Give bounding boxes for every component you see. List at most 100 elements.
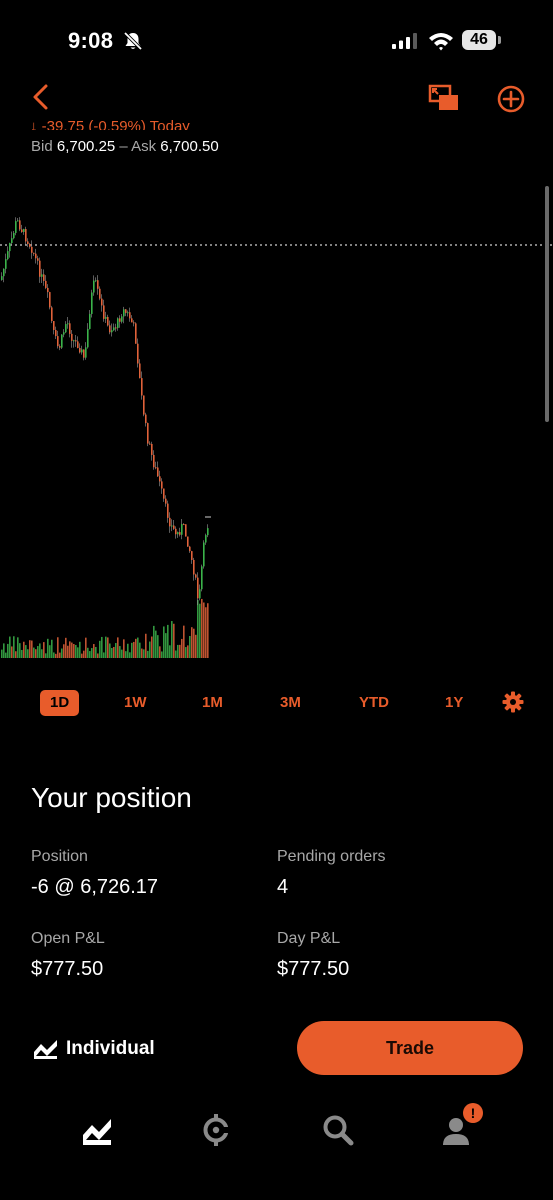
candle-body	[179, 532, 181, 535]
volume-bar	[179, 644, 181, 658]
volume-bar	[173, 623, 175, 658]
candle-body	[181, 524, 183, 535]
timeframe-1d[interactable]: 1D	[40, 690, 80, 716]
day-pnl-value: $777.50	[277, 958, 350, 980]
candle-body	[85, 347, 87, 358]
candle-body	[45, 280, 47, 288]
candle-body	[53, 321, 55, 330]
candle-body	[49, 292, 51, 308]
candle-body	[145, 414, 147, 424]
volume-bar	[207, 603, 209, 658]
candle-body	[23, 229, 25, 232]
volume-bar	[9, 636, 11, 658]
candle-body	[149, 443, 151, 445]
volume-bar	[125, 651, 127, 658]
cellular-signal-icon	[392, 33, 417, 49]
candle-body	[87, 328, 89, 348]
volume-bar	[95, 646, 97, 658]
pending-orders-value[interactable]: 4	[277, 876, 288, 899]
volume-bar	[79, 641, 81, 658]
trade-button[interactable]: Trade	[297, 1021, 523, 1075]
volume-bar	[199, 603, 201, 658]
bid-ask-line: Bid 6,700.25 – Ask 6,700.50	[31, 138, 219, 155]
candle-body	[161, 481, 163, 489]
candle-body	[159, 476, 161, 482]
candle-body	[41, 274, 43, 277]
candle-body	[187, 536, 189, 547]
candle-body	[183, 524, 185, 526]
candle-body	[67, 323, 69, 325]
volume-bar	[157, 635, 159, 658]
candle-body	[151, 443, 153, 455]
account-selector[interactable]: Individual	[66, 1038, 155, 1060]
candle-body	[25, 229, 27, 242]
volume-bar	[119, 646, 121, 658]
candle-body	[71, 333, 73, 341]
volume-bar	[101, 636, 103, 658]
candle-body	[17, 220, 19, 222]
volume-bar	[169, 645, 171, 658]
add-to-watchlist-icon[interactable]	[496, 84, 526, 114]
volume-bar	[69, 641, 71, 658]
volume-bar	[25, 645, 27, 658]
candle-body	[79, 347, 81, 353]
volume-bar	[35, 649, 37, 658]
volume-bar	[45, 653, 47, 658]
candle-body	[13, 232, 15, 239]
chart-settings-gear-icon[interactable]	[502, 691, 524, 713]
volume-bar	[109, 643, 111, 658]
volume-bar	[31, 640, 33, 658]
candle-body	[55, 329, 57, 337]
candle-body	[119, 318, 121, 322]
volume-bar	[27, 649, 29, 658]
volume-bar	[49, 645, 51, 658]
candle-body	[97, 280, 99, 289]
picture-in-picture-icon[interactable]	[428, 84, 460, 112]
volume-bar	[17, 637, 19, 658]
crypto-nav-icon[interactable]	[199, 1113, 233, 1147]
notification-badge: !	[463, 1103, 483, 1123]
volume-bar	[57, 637, 59, 658]
scrollbar-thumb[interactable]	[545, 186, 549, 422]
volume-bar	[41, 649, 43, 658]
chart-nav-icon[interactable]	[80, 1113, 114, 1147]
volume-bar	[187, 645, 189, 658]
volume-bar	[89, 651, 91, 658]
account-chart-icon[interactable]	[33, 1037, 58, 1060]
candle-body	[185, 524, 187, 537]
timeframe-1y[interactable]: 1Y	[445, 690, 463, 716]
volume-bar	[145, 633, 147, 658]
candle-body	[81, 349, 83, 353]
candle-body	[37, 258, 39, 261]
wifi-icon	[429, 33, 453, 51]
status-time: 9:08	[68, 28, 114, 53]
candle-body	[21, 229, 23, 232]
timeframe-ytd[interactable]: YTD	[359, 690, 389, 716]
candle-body	[61, 334, 63, 348]
volume-bar	[127, 643, 129, 658]
candle-body	[147, 423, 149, 444]
candle-body	[27, 241, 29, 245]
volume-bar	[115, 643, 117, 658]
candle-body	[129, 312, 131, 319]
candle-body	[63, 332, 65, 335]
timeframe-1m[interactable]: 1M	[202, 690, 223, 716]
candle-body	[165, 498, 167, 504]
volume-bar	[123, 639, 125, 658]
price-chart[interactable]	[0, 180, 553, 660]
timeframe-1w[interactable]: 1W	[124, 690, 147, 716]
candle-body	[33, 252, 35, 254]
volume-bar	[99, 640, 101, 658]
search-nav-icon[interactable]	[321, 1113, 355, 1147]
candle-body	[135, 323, 137, 344]
volume-bar	[177, 644, 179, 658]
candle-body	[59, 346, 61, 348]
timeframe-3m[interactable]: 3M	[280, 690, 301, 716]
candle-body	[107, 316, 109, 326]
candle-body	[3, 268, 5, 277]
back-chevron-icon[interactable]	[28, 82, 54, 112]
candle-body	[195, 574, 197, 578]
candle-body	[189, 546, 191, 552]
volume-bar	[117, 637, 119, 658]
candle-body	[139, 363, 141, 379]
